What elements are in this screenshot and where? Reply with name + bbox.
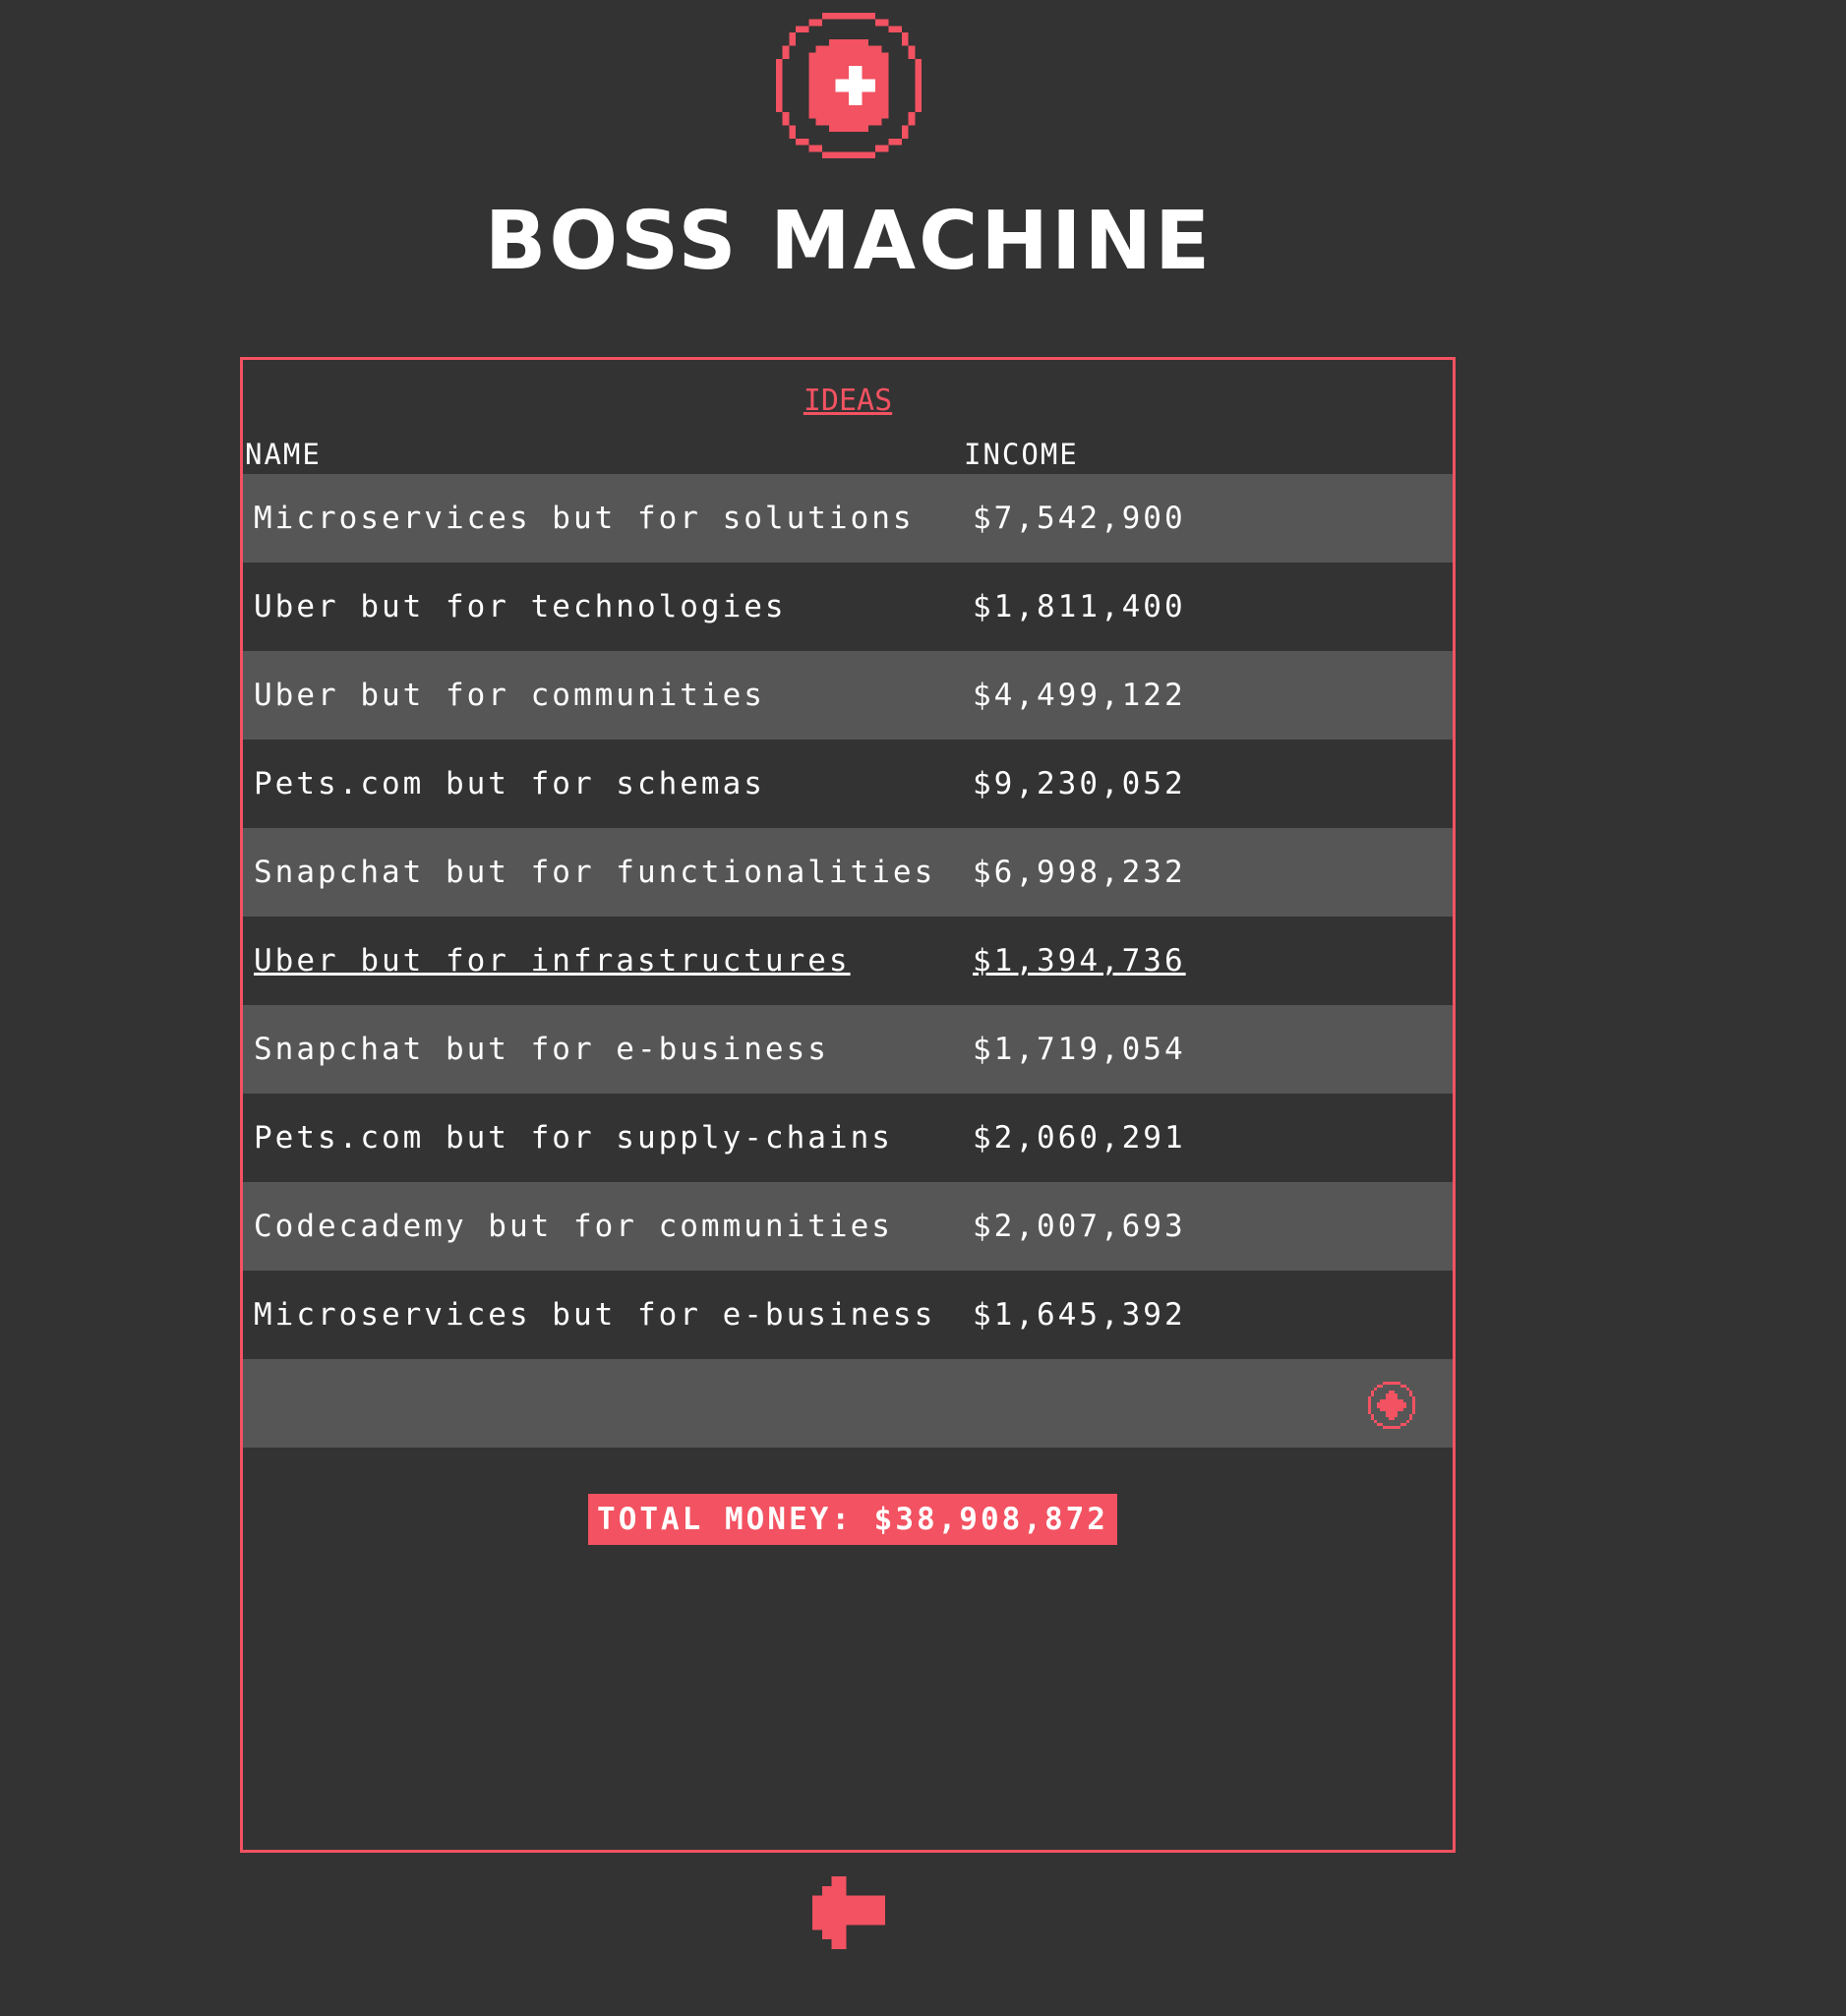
back-arrow-icon [812, 1876, 885, 1949]
idea-income: $2,060,291 [973, 1120, 1186, 1156]
ideas-table: Microservices but for solutions $7,542,9… [243, 474, 1453, 1448]
idea-income: $6,998,232 [973, 855, 1186, 890]
idea-row[interactable]: Codecademy but for communities $2,007,69… [243, 1182, 1453, 1271]
idea-row[interactable]: Microservices but for solutions $7,542,9… [243, 474, 1453, 563]
add-idea-button[interactable] [1368, 1382, 1415, 1429]
idea-name: Pets.com but for supply-chains [254, 1120, 893, 1156]
idea-name: Pets.com but for schemas [254, 766, 765, 801]
idea-income: $2,007,693 [973, 1209, 1186, 1244]
ideas-section-title[interactable]: IDEAS [243, 386, 1453, 416]
plus-circle-icon [1368, 1382, 1415, 1429]
idea-income: $1,645,392 [973, 1297, 1186, 1333]
idea-income: $1,719,054 [973, 1032, 1186, 1067]
idea-name: Uber but for communities [254, 678, 765, 713]
idea-name: Uber but for technologies [254, 589, 787, 624]
idea-row[interactable]: Uber but for technologies $1,811,400 [243, 563, 1453, 651]
idea-income: $4,499,122 [973, 678, 1186, 713]
idea-income: $1,394,736 [973, 943, 1186, 978]
idea-name: Codecademy but for communities [254, 1209, 893, 1244]
idea-income: $7,542,900 [973, 501, 1186, 536]
idea-row[interactable]: Uber but for infrastructures $1,394,736 [243, 917, 1453, 1005]
idea-income: $1,811,400 [973, 589, 1186, 624]
idea-row[interactable]: Pets.com but for supply-chains $2,060,29… [243, 1094, 1453, 1182]
idea-row[interactable]: Pets.com but for schemas $9,230,052 [243, 740, 1453, 828]
idea-name: Snapchat but for functionalities [254, 855, 936, 890]
column-header-name: NAME [245, 438, 322, 471]
idea-name: Microservices but for solutions [254, 501, 915, 536]
idea-name: Snapchat but for e-business [254, 1032, 829, 1067]
idea-row[interactable]: Microservices but for e-business $1,645,… [243, 1271, 1453, 1359]
total-money-badge: TOTAL MONEY: $38,908,872 [588, 1494, 1117, 1545]
idea-income: $9,230,052 [973, 766, 1186, 801]
app-title: BOSS MACHINE [484, 195, 1214, 288]
ideas-panel: IDEAS NAME INCOME Microservices but for … [240, 357, 1456, 1853]
idea-row[interactable]: Snapchat but for e-business $1,719,054 [243, 1005, 1453, 1094]
boss-machine-logo-icon [776, 13, 922, 158]
column-header-income: INCOME [964, 438, 1079, 471]
add-idea-row [243, 1359, 1453, 1448]
idea-name: Microservices but for e-business [254, 1297, 936, 1333]
back-button[interactable] [812, 1876, 885, 1949]
idea-row[interactable]: Snapchat but for functionalities $6,998,… [243, 828, 1453, 917]
table-header: NAME INCOME [243, 441, 1453, 472]
idea-row[interactable]: Uber but for communities $4,499,122 [243, 651, 1453, 740]
idea-name: Uber but for infrastructures [254, 943, 851, 978]
